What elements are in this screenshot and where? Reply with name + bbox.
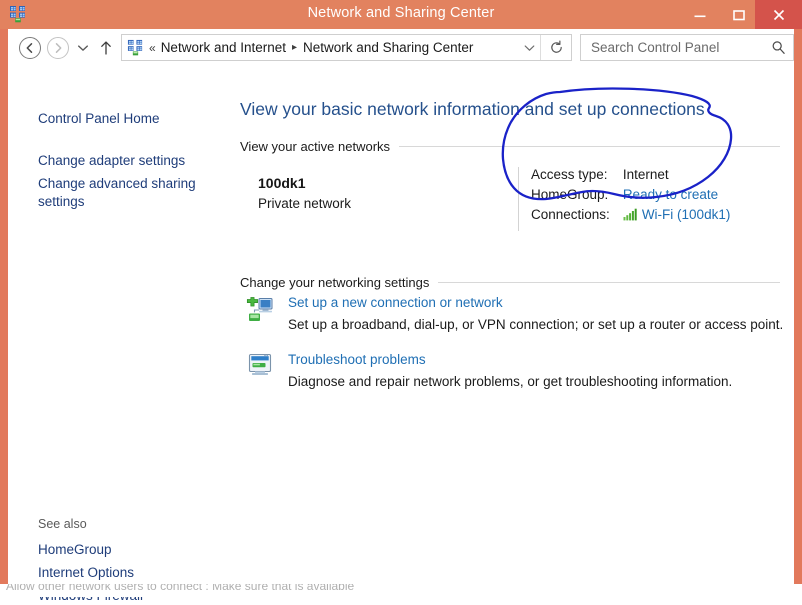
breadcrumb[interactable]: « Network and Internet ▸ Network and Sha… (121, 34, 572, 61)
detail-value-homegroup-link[interactable]: Ready to create (623, 187, 731, 207)
content-area: Control Panel Home Change adapter settin… (8, 66, 794, 603)
search-input[interactable] (589, 35, 758, 60)
address-bar-row: « Network and Internet ▸ Network and Sha… (8, 29, 794, 66)
page-title: View your basic network information and … (240, 99, 705, 119)
breadcrumb-segment-network-internet[interactable]: Network and Internet (161, 40, 286, 55)
section-heading-networking-settings-label: Change your networking settings (240, 275, 430, 290)
section-heading-networking-settings: Change your networking settings (240, 275, 780, 290)
active-network-type: Private network (258, 196, 352, 211)
up-arrow-icon[interactable] (96, 37, 116, 59)
application-window: Network and Sharing Center « Network and… (0, 0, 802, 603)
active-network-name: 100dk1 (258, 175, 306, 191)
task-link-troubleshoot-problems[interactable]: Troubleshoot problems (288, 352, 426, 367)
search-box[interactable] (580, 34, 794, 61)
detail-row-access-type: Access type: Internet (531, 167, 730, 187)
sidebar-item-change-advanced-sharing-settings[interactable]: Change advanced sharing settings (38, 175, 218, 211)
detail-label-homegroup: HomeGroup: (531, 187, 609, 202)
troubleshoot-network-icon (246, 353, 276, 381)
main-panel: View your basic network information and … (230, 66, 794, 584)
detail-value-access-type: Internet (622, 167, 669, 182)
wifi-signal-bars-icon (623, 208, 638, 224)
breadcrumb-separator: ▸ (292, 42, 298, 53)
detail-value-connections-cell: Wi-Fi (100dk1) (623, 207, 731, 229)
breadcrumb-segment-network-sharing-center[interactable]: Network and Sharing Center (303, 40, 473, 55)
network-details: Access type: Internet HomeGroup: Ready t… (531, 167, 730, 229)
close-button[interactable] (755, 0, 802, 29)
detail-row-connections: Connections: Wi-Fi (100dk1) (531, 207, 730, 229)
task-description-troubleshoot-problems: Diagnose and repair network problems, or… (288, 374, 733, 389)
section-heading-active-networks: View your active networks (240, 139, 780, 154)
section-rule (438, 282, 780, 283)
network-details-divider (518, 167, 519, 231)
detail-label-access-type: Access type: (531, 167, 608, 182)
sidebar-item-internet-options[interactable]: Internet Options (38, 564, 218, 582)
section-heading-active-networks-label: View your active networks (240, 139, 391, 154)
breadcrumb-network-icon (127, 39, 144, 56)
breadcrumb-dropdown-icon[interactable] (518, 35, 540, 60)
minimize-button[interactable] (680, 0, 720, 29)
search-icon[interactable] (771, 35, 786, 60)
section-rule (399, 146, 780, 147)
detail-row-homegroup: HomeGroup: Ready to create (531, 187, 730, 207)
chevron-down-icon[interactable] (74, 37, 92, 59)
title-bar: Network and Sharing Center (0, 0, 802, 29)
sidebar-item-change-adapter-settings[interactable]: Change adapter settings (38, 152, 218, 170)
client-area: « Network and Internet ▸ Network and Sha… (8, 29, 794, 603)
sidebar-item-homegroup[interactable]: HomeGroup (38, 541, 218, 559)
background-cut-off-strip: Allow other network users to connect : M… (0, 584, 802, 597)
back-button[interactable] (19, 37, 41, 59)
breadcrumb-leading-chevron: « (149, 40, 156, 55)
task-link-set-up-new-connection[interactable]: Set up a new connection or network (288, 295, 503, 310)
detail-value-connections-link[interactable]: Wi-Fi (100dk1) (642, 207, 731, 222)
refresh-icon[interactable] (540, 35, 571, 60)
add-network-connection-icon (246, 296, 276, 324)
sidebar: Control Panel Home Change adapter settin… (8, 66, 230, 603)
maximize-button[interactable] (719, 0, 759, 29)
detail-label-connections: Connections: (531, 207, 610, 222)
sidebar-item-control-panel-home[interactable]: Control Panel Home (38, 110, 218, 128)
task-description-set-up-new-connection: Set up a broadband, dial-up, or VPN conn… (288, 317, 784, 332)
see-also-heading: See also (38, 517, 87, 531)
background-cut-off-text: Allow other network users to connect : M… (6, 584, 355, 593)
forward-button[interactable] (47, 37, 69, 59)
